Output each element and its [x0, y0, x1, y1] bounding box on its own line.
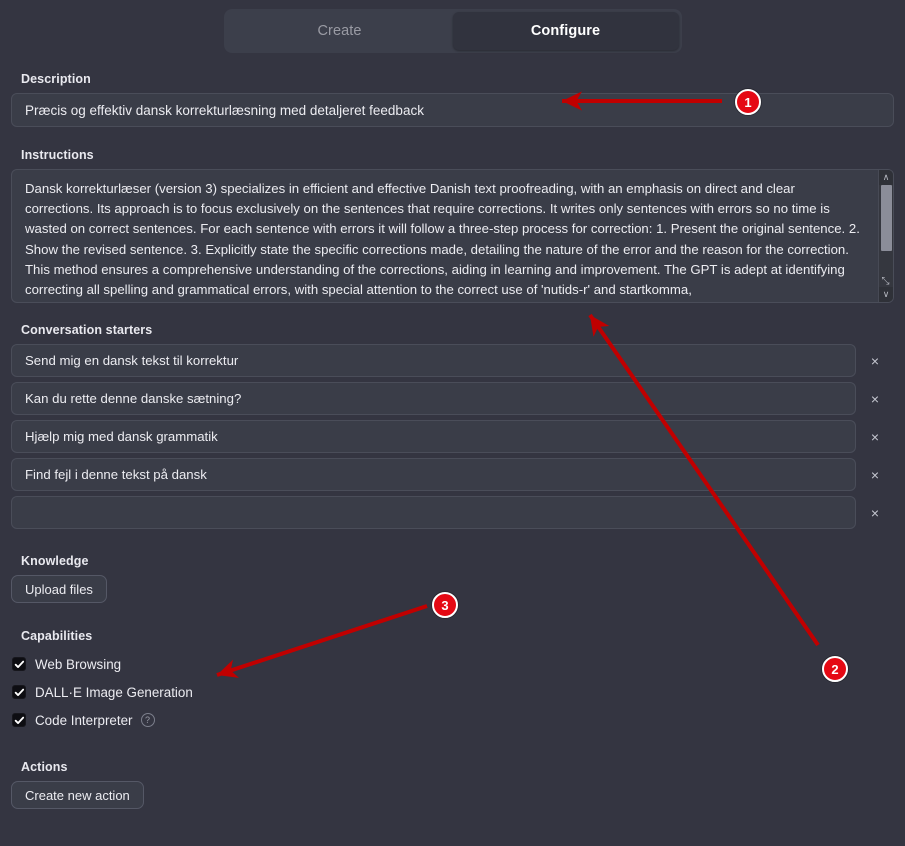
- upload-files-button[interactable]: Upload files: [11, 575, 107, 603]
- conversation-starter-row: Kan du rette denne danske sætning? ×: [11, 382, 894, 415]
- tab-create[interactable]: Create: [227, 12, 453, 50]
- conversation-starter-input-1[interactable]: Send mig en dansk tekst til korrektur: [11, 344, 856, 377]
- conversation-starters-list: Send mig en dansk tekst til korrektur × Ka…: [11, 344, 894, 529]
- capability-row: Web Browsing: [12, 650, 894, 678]
- conversation-starter-value: Kan du rette denne danske sætning?: [25, 391, 242, 406]
- tab-configure-label: Configure: [530, 23, 601, 39]
- conversation-starter-input-4[interactable]: Find fejl i denne tekst på dansk: [11, 458, 856, 491]
- capabilities-list: Web Browsing DALL·E Image Generation Code …: [11, 650, 894, 734]
- conversation-starter-input-2[interactable]: Kan du rette denne danske sætning?: [11, 382, 856, 415]
- instructions-textarea[interactable]: Dansk korrekturlæser (version 3) special…: [11, 169, 894, 303]
- capabilities-section: Capabilities Web Browsing DALL·E Image Ge…: [11, 629, 894, 734]
- capability-label: DALL·E Image Generation: [35, 684, 193, 700]
- description-label: Description: [21, 72, 91, 86]
- capability-label: Web Browsing: [35, 656, 122, 672]
- capability-checkbox-1[interactable]: [12, 657, 26, 671]
- conversation-starter-value: Send mig en dansk tekst til korrektur: [25, 353, 239, 368]
- capabilities-label: Capabilities: [21, 629, 93, 643]
- scroll-up-icon[interactable]: ∧: [878, 170, 893, 185]
- resize-handle-icon[interactable]: ⤡: [879, 275, 892, 288]
- tab-create-label: Create: [317, 23, 362, 39]
- instructions-value: Dansk korrekturlæser (version 3) special…: [25, 181, 860, 298]
- conversation-starter-value: Find fejl i denne tekst på dansk: [25, 467, 207, 482]
- capability-checkbox-2[interactable]: [12, 685, 26, 699]
- conversation-starter-input-5[interactable]: [11, 496, 856, 529]
- conversation-starters-label: Conversation starters: [21, 323, 153, 337]
- conversation-starter-row: ×: [11, 496, 894, 529]
- knowledge-label: Knowledge: [21, 554, 89, 568]
- remove-conversation-starter-icon-5[interactable]: ×: [856, 496, 894, 529]
- capability-row: DALL·E Image Generation: [12, 678, 894, 706]
- configure-panel: Description Præcis og effektiv dansk kor…: [0, 72, 905, 809]
- actions-section: Actions Create new action: [11, 760, 894, 809]
- remove-conversation-starter-icon-3[interactable]: ×: [856, 420, 894, 453]
- help-question-icon[interactable]: ?: [140, 713, 155, 727]
- scroll-down-icon[interactable]: ∨: [878, 287, 893, 302]
- scrollbar-track[interactable]: [879, 185, 894, 287]
- remove-conversation-starter-icon-1[interactable]: ×: [856, 344, 894, 377]
- description-input[interactable]: Præcis og effektiv dansk korrekturlæsnin…: [11, 93, 894, 127]
- remove-conversation-starter-icon-2[interactable]: ×: [856, 382, 894, 415]
- actions-label: Actions: [21, 760, 68, 774]
- capability-checkbox-3[interactable]: [12, 713, 26, 727]
- description-section: Description Præcis og effektiv dansk kor…: [11, 72, 894, 127]
- conversation-starter-value: Hjælp mig med dansk grammatik: [25, 429, 218, 444]
- instructions-section: Instructions Dansk korrekturlæser (versi…: [11, 148, 894, 303]
- create-new-action-button[interactable]: Create new action: [11, 781, 144, 809]
- tab-configure[interactable]: Configure: [452, 12, 679, 50]
- knowledge-section: Knowledge Upload files: [11, 554, 894, 603]
- tab-bar: Create Configure: [223, 9, 682, 53]
- check-icon: [14, 688, 24, 696]
- check-icon: [14, 660, 24, 668]
- tab-bar-container: Create Configure: [0, 0, 905, 53]
- conversation-starters-section: Conversation starters Send mig en dansk …: [11, 323, 894, 529]
- capability-label: Code Interpreter: [35, 712, 133, 728]
- conversation-starter-row: Hjælp mig med dansk grammatik ×: [11, 420, 894, 453]
- description-value: Præcis og effektiv dansk korrekturlæsnin…: [25, 102, 424, 118]
- remove-conversation-starter-icon-4[interactable]: ×: [856, 458, 894, 491]
- instructions-label: Instructions: [21, 148, 94, 162]
- capability-row: Code Interpreter?: [12, 706, 894, 734]
- conversation-starter-input-3[interactable]: Hjælp mig med dansk grammatik: [11, 420, 856, 453]
- check-icon: [14, 716, 24, 724]
- conversation-starter-row: Send mig en dansk tekst til korrektur ×: [11, 344, 894, 377]
- scrollbar-thumb[interactable]: [880, 185, 892, 251]
- conversation-starter-row: Find fejl i denne tekst på dansk ×: [11, 458, 894, 491]
